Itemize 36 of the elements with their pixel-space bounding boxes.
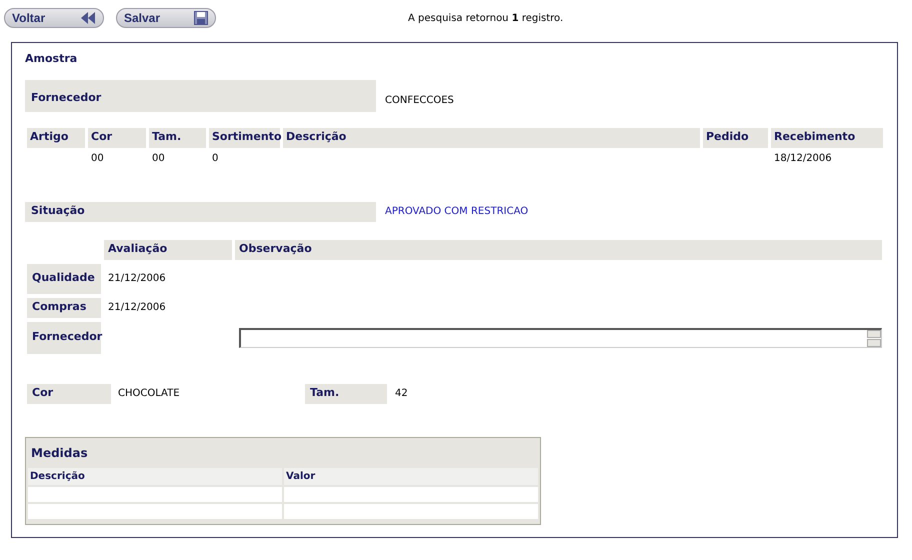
column-header: Descrição bbox=[28, 468, 282, 484]
field-label: Fornecedor bbox=[25, 80, 376, 112]
column-header: Pedido bbox=[703, 128, 768, 148]
table-cell: 0 bbox=[212, 153, 218, 164]
column-header: Recebimento bbox=[771, 128, 883, 148]
back-button[interactable]: Voltar bbox=[4, 8, 104, 28]
table-cell: 00 bbox=[152, 153, 165, 164]
section-title: Amostra bbox=[25, 51, 78, 67]
save-button[interactable]: Salvar bbox=[116, 8, 216, 28]
date-text: 21/12/2006 bbox=[108, 272, 166, 286]
observation-field[interactable] bbox=[239, 328, 882, 348]
column-header: Cor bbox=[88, 128, 146, 148]
column-header: Tam. bbox=[149, 128, 206, 148]
column-header: Artigo bbox=[27, 128, 85, 148]
size-value: 42 bbox=[395, 387, 408, 401]
row-label: Qualidade bbox=[27, 264, 101, 294]
rewind-icon bbox=[80, 11, 96, 25]
column-header: Avaliação bbox=[104, 240, 232, 260]
column-header: Observação bbox=[235, 240, 882, 260]
measures-title: Medidas bbox=[30, 444, 89, 462]
column-header: Sortimento bbox=[209, 128, 280, 148]
field-label: Situação bbox=[25, 202, 376, 222]
date-text: 21/12/2006 bbox=[108, 301, 166, 315]
column-header: Valor bbox=[284, 468, 538, 484]
column-header: Descrição bbox=[283, 128, 700, 148]
row-label: Fornecedor bbox=[27, 322, 101, 354]
result-message: A pesquisa retornou 1 registro. bbox=[408, 12, 564, 26]
spin-arrows-icon[interactable] bbox=[867, 330, 881, 346]
row-label: Compras bbox=[27, 298, 101, 318]
supplier-value: CONFECCOES bbox=[385, 94, 454, 108]
field-label: Cor bbox=[27, 384, 111, 404]
table-cell: 00 bbox=[91, 153, 104, 164]
table-cell: 18/12/2006 bbox=[774, 153, 832, 164]
field-label: Tam. bbox=[305, 384, 387, 404]
status-value: APROVADO COM RESTRICAO bbox=[385, 205, 528, 219]
color-value: CHOCOLATE bbox=[118, 387, 181, 401]
